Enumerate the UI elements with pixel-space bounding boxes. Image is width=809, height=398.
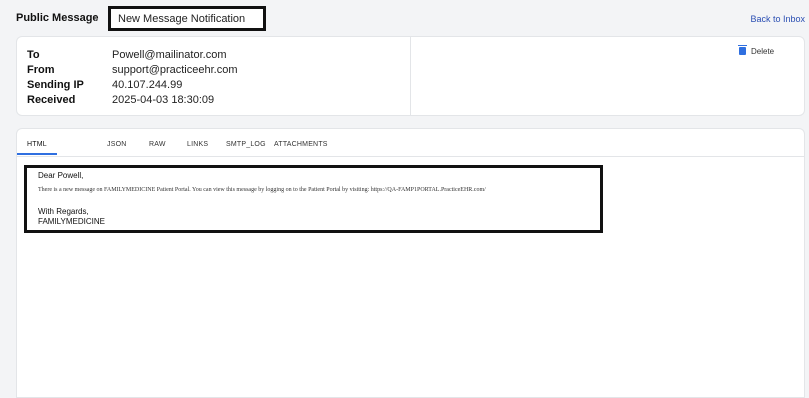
active-tab-indicator [17, 153, 57, 155]
breadcrumb-root[interactable]: Public Message [16, 12, 99, 24]
to-label: To [27, 49, 40, 61]
sending-ip-label: Sending IP [27, 79, 84, 91]
received-label: Received [27, 94, 76, 106]
sending-ip-value: 40.107.244.99 [112, 79, 183, 91]
message-header-card: To Powell@mailinator.com From support@pr… [16, 36, 805, 116]
trash-icon [738, 45, 747, 55]
delete-label: Delete [751, 47, 775, 56]
back-to-inbox-link[interactable]: Back to Inbox [750, 14, 805, 24]
tab-smtp-log[interactable]: SMTP_LOG [226, 141, 266, 148]
to-value: Powell@mailinator.com [112, 49, 227, 61]
tab-attachments[interactable]: ATTACHMENTS [274, 141, 328, 148]
tab-json[interactable]: JSON [107, 141, 126, 148]
message-signature: FAMILYMEDICINE [38, 217, 105, 226]
tab-links[interactable]: LINKS [187, 141, 208, 148]
message-subject: New Message Notification [108, 6, 266, 31]
header-divider [410, 37, 411, 115]
received-value: 2025-04-03 18:30:09 [112, 94, 215, 106]
from-value: support@practiceehr.com [112, 64, 238, 76]
message-content: Dear Powell, There is a new message on F… [24, 165, 603, 233]
subject-text: New Message Notification [118, 13, 246, 25]
from-label: From [27, 64, 55, 76]
message-body-card: HTML JSON RAW LINKS SMTP_LOG ATTACHMENTS… [16, 128, 805, 398]
top-bar: Public Message › New Message Notificatio… [0, 0, 809, 36]
message-greeting: Dear Powell, [38, 171, 84, 180]
message-regards: With Regards, [38, 207, 89, 216]
delete-button[interactable]: Delete [738, 45, 775, 56]
tab-raw[interactable]: RAW [149, 141, 166, 148]
chevron-right-icon: › [94, 11, 98, 25]
tab-html[interactable]: HTML [27, 141, 47, 148]
message-body-text: There is a new message on FAMILYMEDICINE… [38, 187, 486, 193]
view-tabs: HTML JSON RAW LINKS SMTP_LOG ATTACHMENTS [17, 129, 804, 157]
